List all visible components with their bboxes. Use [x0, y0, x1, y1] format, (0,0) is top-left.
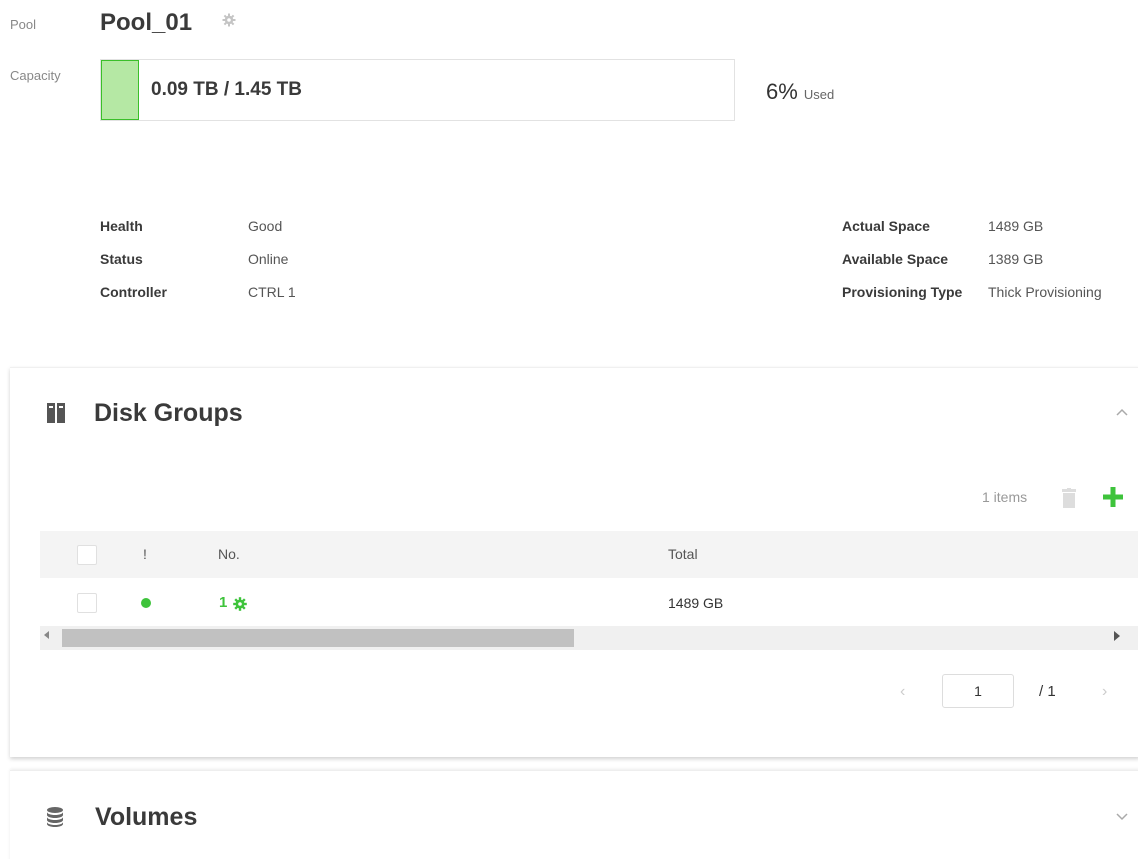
- row-checkbox[interactable]: [77, 593, 97, 613]
- pager-prev-button[interactable]: ‹: [900, 683, 905, 701]
- gear-icon[interactable]: [221, 12, 237, 28]
- column-no[interactable]: No.: [218, 546, 240, 562]
- pager-next-button[interactable]: ›: [1102, 683, 1107, 701]
- plus-icon[interactable]: [1102, 486, 1124, 508]
- page-number-input[interactable]: 1: [942, 674, 1014, 708]
- capacity-label: Capacity: [10, 68, 61, 83]
- items-count: 1 items: [982, 489, 1028, 505]
- used-word: Used: [803, 87, 835, 102]
- column-total[interactable]: Total: [668, 546, 698, 562]
- health-label: Health: [100, 218, 143, 234]
- scrollbar-thumb[interactable]: [62, 629, 574, 647]
- page-total: / 1: [1039, 683, 1056, 700]
- status-value: Online: [248, 251, 289, 267]
- controller-value: CTRL 1: [248, 284, 296, 300]
- status-label: Status: [100, 251, 143, 267]
- chevron-up-icon[interactable]: [1116, 406, 1128, 418]
- gear-icon[interactable]: [232, 596, 248, 612]
- pool-label: Pool: [10, 17, 37, 32]
- health-value: Good: [248, 218, 283, 234]
- capacity-bar-fill: [101, 60, 139, 120]
- scroll-left-arrow[interactable]: [44, 631, 49, 639]
- database-icon: [47, 807, 63, 827]
- table-header: [40, 531, 1138, 578]
- controller-label: Controller: [100, 284, 167, 300]
- used-percent-value: 6%: [766, 79, 798, 104]
- capacity-text: 0.09 TB / 1.45 TB: [151, 79, 303, 100]
- row-total: 1489 GB: [668, 595, 724, 611]
- provisioning-type-label: Provisioning Type: [842, 284, 963, 300]
- available-space-value: 1389 GB: [988, 251, 1044, 267]
- row-number-link[interactable]: 1: [219, 594, 227, 611]
- used-percent: 6% Used: [766, 79, 834, 105]
- chevron-down-icon[interactable]: [1116, 811, 1128, 823]
- actual-space-value: 1489 GB: [988, 218, 1044, 234]
- disk-groups-icon: [47, 403, 65, 423]
- select-all-checkbox[interactable]: [77, 545, 97, 565]
- pool-name: Pool_01: [100, 9, 193, 36]
- provisioning-type-value: Thick Provisioning: [988, 284, 1102, 300]
- column-alert[interactable]: !: [143, 546, 147, 562]
- volumes-title: Volumes: [95, 803, 198, 831]
- available-space-label: Available Space: [842, 251, 949, 267]
- disk-groups-title: Disk Groups: [94, 399, 243, 427]
- actual-space-label: Actual Space: [842, 218, 930, 234]
- scroll-right-arrow[interactable]: [1114, 631, 1120, 641]
- trash-icon[interactable]: [1062, 488, 1076, 508]
- health-status-dot: [141, 598, 151, 608]
